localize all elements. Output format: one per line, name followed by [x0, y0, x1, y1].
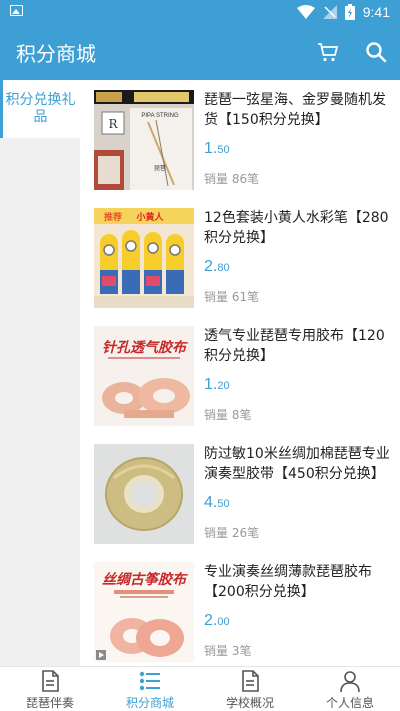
product-sales: 销量 8笔 [204, 408, 252, 422]
battery-icon [344, 4, 355, 20]
list-icon [139, 671, 160, 691]
svg-text:琵琶: 琵琶 [154, 165, 166, 172]
page-title: 积分商城 [16, 42, 96, 66]
product-price: 2.80 [204, 258, 230, 275]
product-image: 针孔透气胶布 [94, 326, 194, 426]
category-sidebar: 积分兑换礼品 [0, 80, 80, 666]
signal-icon [322, 5, 337, 19]
svg-text:丝绸古筝胶布: 丝绸古筝胶布 [102, 571, 188, 588]
svg-text:推荐: 推荐 [104, 211, 122, 223]
product-image: 丝绸古筝胶布 [94, 562, 194, 662]
svg-text:R: R [108, 117, 118, 131]
product-list[interactable]: R PIPA STRING 琵琶 琵琶一弦星海、金罗曼随机发货【150积分兑换】… [80, 80, 400, 666]
tab-personal-info[interactable]: 个人信息 [300, 667, 400, 711]
product-name: 防过敏10米丝绸加棉琵琶专业演奏型胶带【450积分兑换】 [204, 446, 390, 482]
product-image [94, 444, 194, 544]
tab-label: 学校概况 [225, 696, 274, 710]
tab-label: 个人信息 [325, 696, 374, 710]
image-notification-icon [10, 5, 23, 16]
svg-text:小黄人: 小黄人 [135, 211, 164, 223]
wifi-icon [296, 5, 315, 19]
product-sales: 销量 3笔 [204, 644, 252, 658]
app-bar: 积分商城 [0, 24, 400, 80]
product-price: 2.00 [204, 612, 230, 629]
tab-school-info[interactable]: 学校概况 [200, 667, 300, 711]
product-name: 专业演奏丝绸薄款琵琶胶布【200积分兑换】 [204, 564, 372, 600]
product-price: 1.50 [204, 140, 230, 157]
document-icon [42, 670, 59, 692]
product-price: 4.50 [204, 494, 230, 511]
product-name: 琵琶一弦星海、金罗曼随机发货【150积分兑换】 [204, 92, 386, 128]
status-right: 9:41 [296, 3, 390, 21]
product-item[interactable]: 丝绸古筝胶布 专业演奏丝绸薄款琵琶胶布【200积分兑换】 2.00 销量 3笔 [80, 552, 400, 666]
product-name: 12色套装小黄人水彩笔【280积分兑换】 [204, 210, 389, 246]
document-icon [242, 670, 259, 692]
sidebar-item-points-gift[interactable]: 积分兑换礼品 [0, 80, 80, 138]
svg-text:针孔透气胶布: 针孔透气胶布 [102, 339, 188, 356]
product-sales: 销量 86笔 [204, 172, 260, 186]
status-time: 9:41 [362, 4, 390, 20]
product-item[interactable]: 推荐 小黄人 12色套装小黄人水彩笔【280积分兑换】 2.80 销量 61笔 [80, 198, 400, 316]
product-sales: 销量 26笔 [204, 526, 260, 540]
tab-label: 琵琶伴奏 [25, 696, 74, 710]
cart-icon[interactable] [316, 40, 340, 64]
tab-accompaniment[interactable]: 琵琶伴奏 [0, 667, 100, 711]
product-name: 透气专业琵琶专用胶布【120积分兑换】 [204, 328, 385, 364]
search-icon[interactable] [364, 40, 388, 64]
product-item[interactable]: 针孔透气胶布 透气专业琵琶专用胶布【120积分兑换】 1.20 销量 8笔 [80, 316, 400, 434]
product-sales: 销量 61笔 [204, 290, 260, 304]
product-item[interactable]: R PIPA STRING 琵琶 琵琶一弦星海、金罗曼随机发货【150积分兑换】… [80, 80, 400, 198]
product-item[interactable]: 防过敏10米丝绸加棉琵琶专业演奏型胶带【450积分兑换】 4.50 销量 26笔 [80, 434, 400, 552]
product-image: 推荐 小黄人 [94, 208, 194, 308]
person-icon [340, 671, 360, 693]
product-price: 1.20 [204, 376, 230, 393]
tab-points-mall[interactable]: 积分商城 [100, 667, 200, 711]
svg-text:PIPA STRING: PIPA STRING [141, 113, 179, 119]
bottom-tab-bar: 琵琶伴奏 积分商城 学校概况 个人信息 [0, 666, 400, 711]
tab-label: 积分商城 [125, 696, 174, 710]
status-bar: 9:41 [0, 0, 400, 24]
product-image: R PIPA STRING 琵琶 [94, 90, 194, 190]
